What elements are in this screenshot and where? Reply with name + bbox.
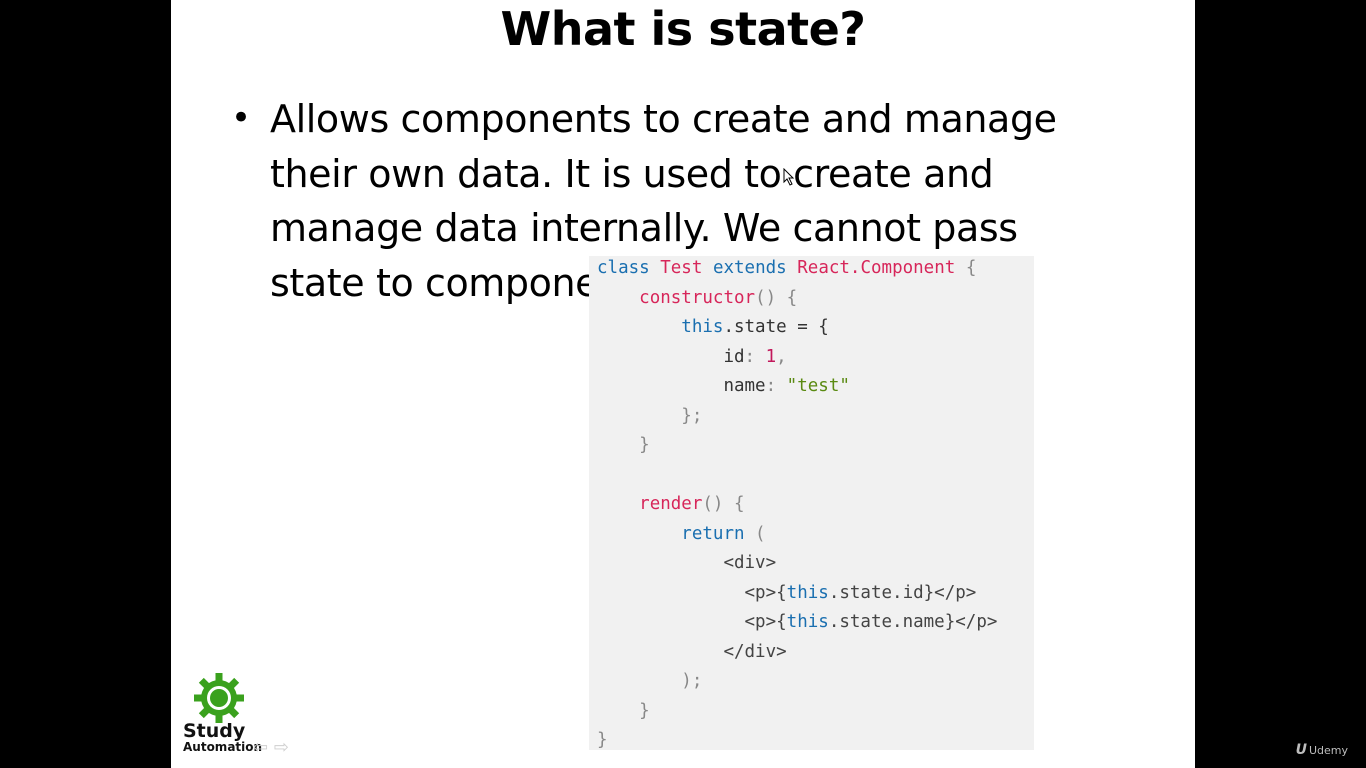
code-line: }; (681, 405, 703, 426)
bullet-marker: • (231, 98, 252, 138)
code-block: class Test extends React.Component { con… (597, 256, 997, 750)
udemy-label: Udemy (1308, 744, 1348, 757)
slide-nav[interactable]: ⇦ ⇨ (253, 737, 289, 758)
code-line: id: 1, (723, 346, 787, 367)
mouse-cursor-icon (783, 168, 795, 186)
arrow-left-icon[interactable]: ⇦ (253, 737, 268, 758)
code-line: <p>{this.state.id}</p> (744, 582, 977, 603)
arrow-right-icon[interactable]: ⇨ (274, 737, 289, 758)
code-line: ); (681, 671, 703, 691)
code-line: } (639, 435, 650, 455)
code-line: return ( (681, 523, 766, 544)
udemy-logo-icon: U (1295, 742, 1307, 758)
code-line: } (597, 730, 608, 750)
code-line: render() { (639, 494, 745, 514)
slide: What is state? • Allows components to cr… (171, 0, 1195, 768)
code-line: </div> (723, 641, 787, 662)
code-line: } (639, 700, 650, 721)
code-line: <p>{this.state.name}</p> (744, 612, 998, 632)
code-line: constructor() { (639, 287, 798, 308)
slide-title: What is state? (500, 2, 866, 56)
logo-text-automation: Automation (183, 740, 263, 754)
code-line: <div> (723, 553, 777, 573)
code-line: this.state = { (681, 317, 829, 337)
code-snippet: class Test extends React.Component { con… (589, 256, 1034, 750)
logo-text-study: Study (183, 720, 246, 742)
code-line: class Test extends React.Component { (597, 258, 977, 278)
code-line: name: "test" (723, 376, 850, 396)
udemy-watermark: U Udemy (1296, 742, 1348, 758)
